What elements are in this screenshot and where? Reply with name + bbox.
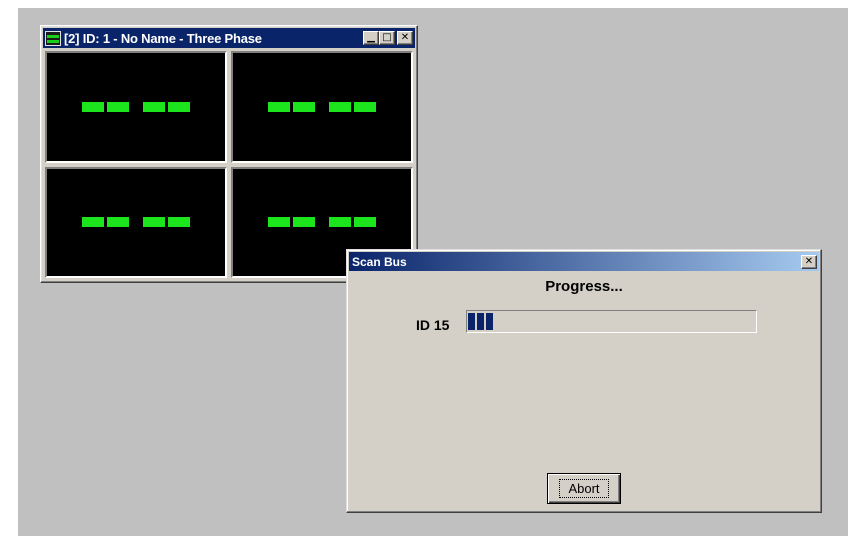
meter-window-titlebar[interactable]: [2] ID: 1 - No Name - Three Phase ▁ □ ✕	[43, 28, 415, 48]
dash-segment	[82, 217, 104, 228]
meter-panel-2	[231, 51, 413, 163]
digit-group	[268, 101, 315, 112]
dash-segment	[329, 101, 351, 112]
dash-segment	[107, 217, 129, 228]
progress-block	[477, 313, 484, 330]
scan-progress-bar	[466, 310, 757, 333]
digit-group	[82, 101, 129, 112]
abort-button[interactable]: Abort	[547, 473, 621, 504]
minimize-button[interactable]: ▁	[363, 31, 379, 45]
meter-window: [2] ID: 1 - No Name - Three Phase ▁ □ ✕	[40, 25, 418, 283]
meter-window-title: [2] ID: 1 - No Name - Three Phase	[64, 30, 262, 46]
scan-bus-title: Scan Bus	[352, 254, 407, 269]
dash-segment	[329, 217, 351, 228]
dash-segment	[354, 217, 376, 228]
progress-heading: Progress...	[545, 278, 623, 295]
dash-segment	[143, 101, 165, 112]
digit-group	[329, 101, 376, 112]
dash-segment	[82, 101, 104, 112]
meter-app-icon[interactable]	[45, 30, 61, 46]
digit-group	[268, 217, 315, 228]
meter-panel-1	[45, 51, 227, 163]
dash-segment	[268, 101, 290, 112]
dash-segment	[107, 101, 129, 112]
dash-segment	[268, 217, 290, 228]
meter-display-grid	[43, 49, 415, 280]
progress-fill	[468, 313, 493, 330]
dash-segment	[293, 217, 315, 228]
dash-segment	[168, 101, 190, 112]
digit-group	[329, 217, 376, 228]
meter-panel-3	[45, 166, 227, 278]
dialog-close-button[interactable]: ✕	[801, 254, 817, 269]
abort-button-label: Abort	[559, 479, 609, 498]
dash-segment	[293, 101, 315, 112]
dash-segment	[354, 101, 376, 112]
scan-bus-titlebar[interactable]: Scan Bus ✕	[349, 252, 819, 271]
progress-block	[468, 313, 475, 330]
close-button[interactable]: ✕	[397, 31, 413, 45]
dash-segment	[168, 217, 190, 228]
digit-group	[82, 217, 129, 228]
scan-bus-dialog: Scan Bus ✕ Progress... ID 15 Abort	[346, 249, 822, 513]
current-id-label: ID 15	[416, 317, 450, 333]
dash-segment	[143, 217, 165, 228]
maximize-button[interactable]: □	[379, 31, 395, 45]
digit-group	[143, 217, 190, 228]
progress-block	[486, 313, 493, 330]
digit-group	[143, 101, 190, 112]
